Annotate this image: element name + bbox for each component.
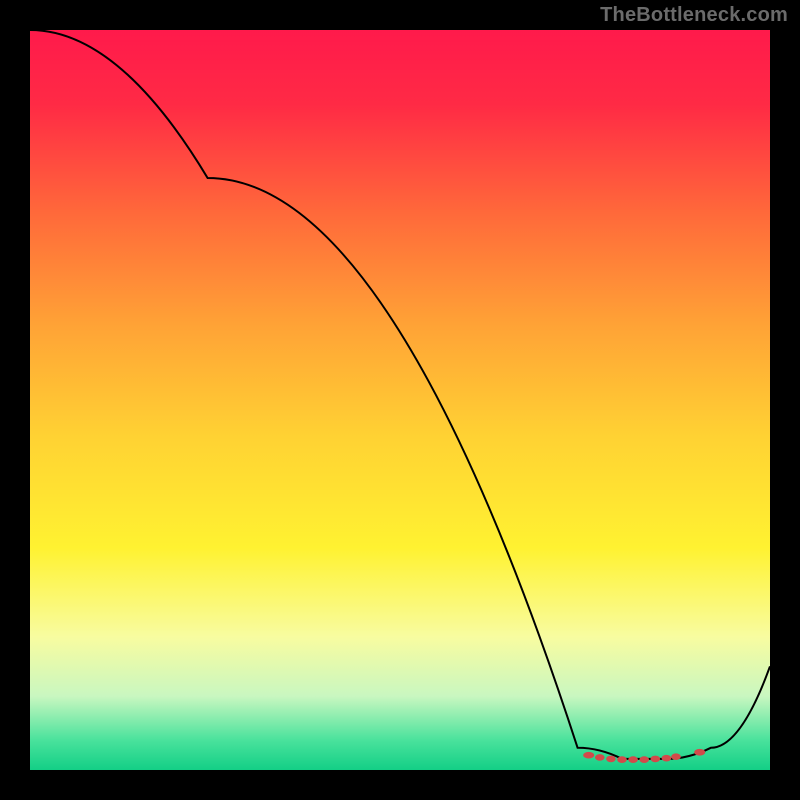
optimal-marker: [694, 749, 705, 756]
optimal-marker: [595, 754, 605, 761]
watermark-text: TheBottleneck.com: [600, 4, 788, 27]
optimal-marker: [628, 756, 638, 763]
optimal-marker: [617, 756, 627, 763]
optimal-marker: [639, 756, 649, 763]
chart-stage: TheBottleneck.com: [0, 0, 800, 800]
chart-svg: [30, 30, 770, 770]
optimal-marker: [583, 752, 594, 759]
optimal-marker: [671, 753, 681, 760]
optimal-marker: [606, 756, 616, 763]
plot-area: [30, 30, 770, 770]
optimal-marker: [650, 756, 660, 763]
optimal-marker: [662, 755, 672, 762]
gradient-rect: [30, 30, 770, 770]
